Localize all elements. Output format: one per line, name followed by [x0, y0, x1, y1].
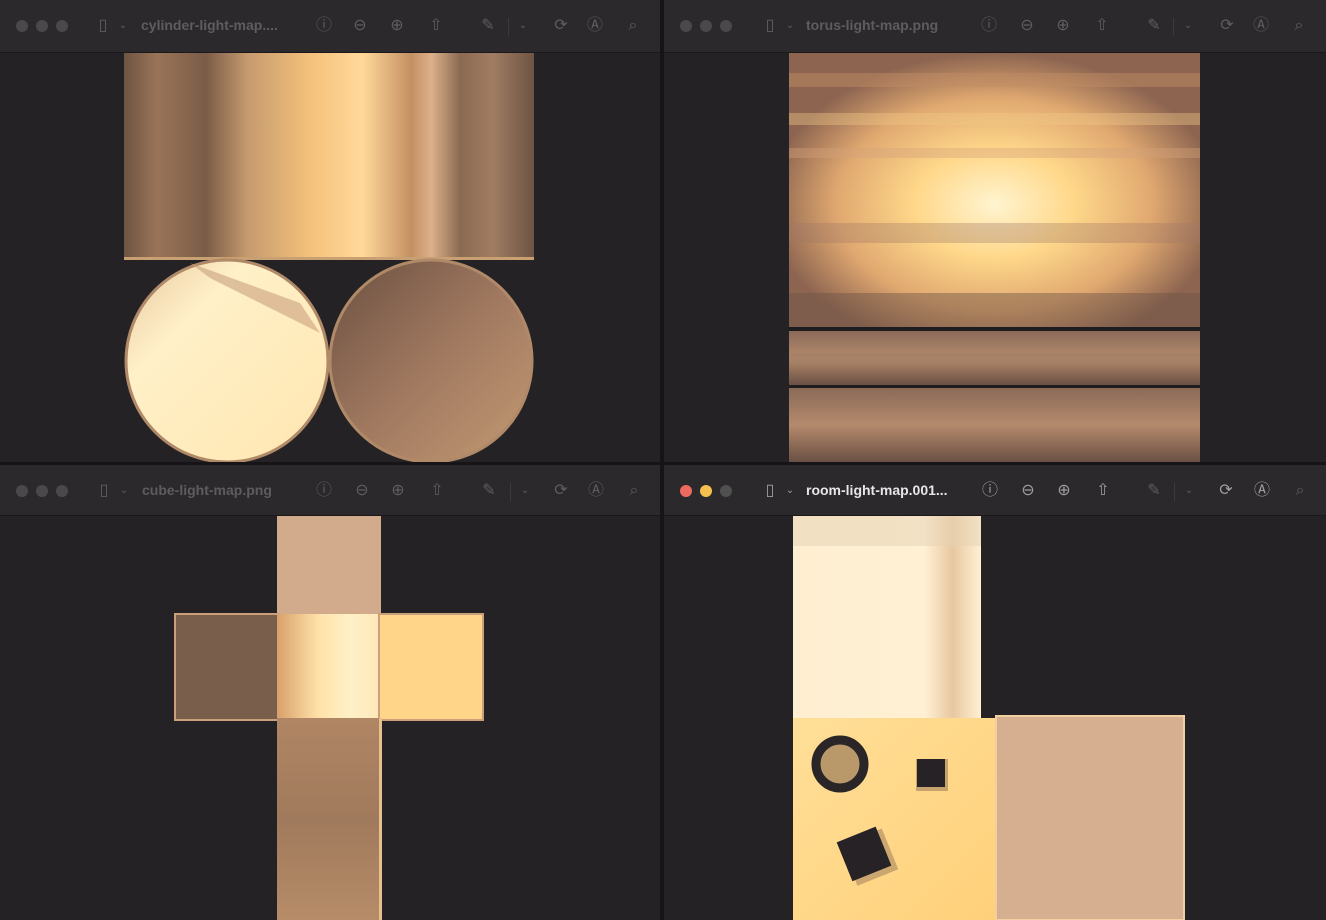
traffic-lights	[680, 485, 732, 497]
torus-lower-band	[789, 388, 1200, 462]
sidebar-icon[interactable]: ▯	[93, 481, 115, 501]
close-button[interactable]	[16, 485, 28, 497]
share-icon[interactable]: ⇧	[426, 481, 448, 501]
close-button[interactable]	[16, 20, 28, 32]
cube-light-map-image	[174, 516, 484, 920]
chevron-down-icon[interactable]: ⌄	[112, 16, 134, 36]
close-button[interactable]	[680, 20, 692, 32]
cube-face-top	[277, 516, 381, 616]
rotate-icon[interactable]: ⟳	[1216, 16, 1238, 36]
torus-upper-band	[789, 53, 1200, 328]
cylinder-side-map	[124, 53, 534, 259]
zoom-out-icon[interactable]: ⊖	[351, 481, 373, 501]
zoom-button[interactable]	[720, 20, 732, 32]
toolbar: ▯ ⌄ torus-light-map.png ⓘ ⊖ ⊕ ⇧ ✎ ⌄ ⟳ Ⓐ …	[664, 0, 1326, 53]
zoom-button[interactable]	[56, 20, 68, 32]
toolbar: ▯ ⌄ cylinder-light-map.... ⓘ ⊖ ⊕ ⇧ ✎ ⌄ ⟳…	[0, 0, 660, 53]
toolbar-separator	[1174, 483, 1175, 501]
rotate-icon[interactable]: ⟳	[1215, 481, 1237, 501]
toolbar-separator	[510, 483, 511, 501]
zoom-out-icon[interactable]: ⊖	[349, 16, 371, 36]
markup-pen-icon[interactable]: ✎	[478, 481, 500, 501]
preview-window-cylinder[interactable]: ▯ ⌄ cylinder-light-map.... ⓘ ⊖ ⊕ ⇧ ✎ ⌄ ⟳…	[0, 0, 660, 462]
sidebar-icon[interactable]: ▯	[92, 16, 114, 36]
preview-window-room[interactable]: ▯ ⌄ room-light-map.001... ⓘ ⊖ ⊕ ⇧ ✎ ⌄ ⟳ …	[664, 465, 1326, 920]
zoom-in-icon[interactable]: ⊕	[1052, 16, 1074, 36]
info-icon[interactable]: ⓘ	[979, 481, 1001, 501]
info-icon[interactable]: ⓘ	[978, 16, 1000, 36]
share-icon[interactable]: ⇧	[425, 16, 447, 36]
search-icon[interactable]: ⌕	[1289, 481, 1311, 501]
room-side-wall-map	[995, 715, 1185, 920]
share-icon[interactable]: ⇧	[1091, 16, 1113, 36]
zoom-out-icon[interactable]: ⊖	[1016, 16, 1038, 36]
window-title: torus-light-map.png	[806, 17, 939, 33]
image-canvas	[664, 516, 1326, 920]
accessibility-icon[interactable]: Ⓐ	[584, 16, 606, 36]
torus-light-map-image	[789, 53, 1200, 462]
sidebar-icon[interactable]: ▯	[759, 16, 781, 36]
window-title: cylinder-light-map....	[141, 17, 278, 33]
image-canvas	[664, 53, 1326, 462]
info-icon[interactable]: ⓘ	[313, 481, 335, 501]
zoom-button[interactable]	[720, 485, 732, 497]
cube-face-right	[378, 613, 484, 721]
sidebar-icon[interactable]: ▯	[759, 481, 781, 501]
image-canvas	[0, 53, 660, 462]
zoom-out-icon[interactable]: ⊖	[1017, 481, 1039, 501]
toolbar-separator	[508, 18, 509, 36]
toolbar: ▯ ⌄ cube-light-map.png ⓘ ⊖ ⊕ ⇧ ✎ ⌄ ⟳ Ⓐ ⌕	[0, 465, 660, 516]
chevron-down-icon[interactable]: ⌄	[779, 481, 801, 501]
chevron-down-icon[interactable]: ⌄	[113, 481, 135, 501]
markup-pen-icon[interactable]: ✎	[1143, 481, 1165, 501]
chevron-down-icon[interactable]: ⌄	[1178, 481, 1200, 501]
cube-face-front	[277, 614, 381, 720]
chevron-down-icon[interactable]: ⌄	[779, 16, 801, 36]
minimize-button[interactable]	[36, 485, 48, 497]
minimize-button[interactable]	[700, 485, 712, 497]
window-title: cube-light-map.png	[142, 482, 272, 498]
cylinder-bottom-cap-map	[328, 258, 534, 462]
minimize-button[interactable]	[700, 20, 712, 32]
zoom-in-icon[interactable]: ⊕	[1053, 481, 1075, 501]
image-canvas	[0, 516, 660, 920]
markup-pen-icon[interactable]: ✎	[1143, 16, 1165, 36]
room-light-map-image	[793, 516, 1185, 920]
cube-shadow	[917, 759, 945, 787]
traffic-lights	[16, 20, 68, 32]
rotate-icon[interactable]: ⟳	[550, 16, 572, 36]
chevron-down-icon[interactable]: ⌄	[514, 481, 536, 501]
search-icon[interactable]: ⌕	[1288, 16, 1310, 36]
share-icon[interactable]: ⇧	[1092, 481, 1114, 501]
markup-pen-icon[interactable]: ✎	[477, 16, 499, 36]
traffic-lights	[680, 20, 732, 32]
cube-face-left	[174, 613, 280, 721]
zoom-button[interactable]	[56, 485, 68, 497]
minimize-button[interactable]	[36, 20, 48, 32]
chevron-down-icon[interactable]: ⌄	[1177, 16, 1199, 36]
chevron-down-icon[interactable]: ⌄	[512, 16, 534, 36]
preview-window-torus[interactable]: ▯ ⌄ torus-light-map.png ⓘ ⊖ ⊕ ⇧ ✎ ⌄ ⟳ Ⓐ …	[664, 0, 1326, 462]
toolbar-separator	[1173, 18, 1174, 36]
info-icon[interactable]: ⓘ	[313, 16, 335, 36]
close-button[interactable]	[680, 485, 692, 497]
room-wall-map	[793, 516, 981, 718]
preview-window-cube[interactable]: ▯ ⌄ cube-light-map.png ⓘ ⊖ ⊕ ⇧ ✎ ⌄ ⟳ Ⓐ ⌕	[0, 465, 660, 920]
traffic-lights	[16, 485, 68, 497]
accessibility-icon[interactable]: Ⓐ	[585, 481, 607, 501]
search-icon[interactable]: ⌕	[622, 16, 644, 36]
cylinder-top-cap-map	[124, 258, 330, 462]
zoom-in-icon[interactable]: ⊕	[386, 16, 408, 36]
accessibility-icon[interactable]: Ⓐ	[1251, 481, 1273, 501]
toolbar: ▯ ⌄ room-light-map.001... ⓘ ⊖ ⊕ ⇧ ✎ ⌄ ⟳ …	[664, 465, 1326, 516]
window-title: room-light-map.001...	[806, 482, 948, 498]
search-icon[interactable]: ⌕	[623, 481, 645, 501]
cube-face-bottom	[277, 718, 381, 920]
rotate-icon[interactable]: ⟳	[550, 481, 572, 501]
zoom-in-icon[interactable]: ⊕	[387, 481, 409, 501]
accessibility-icon[interactable]: Ⓐ	[1250, 16, 1272, 36]
cylinder-light-map-image	[124, 53, 534, 462]
